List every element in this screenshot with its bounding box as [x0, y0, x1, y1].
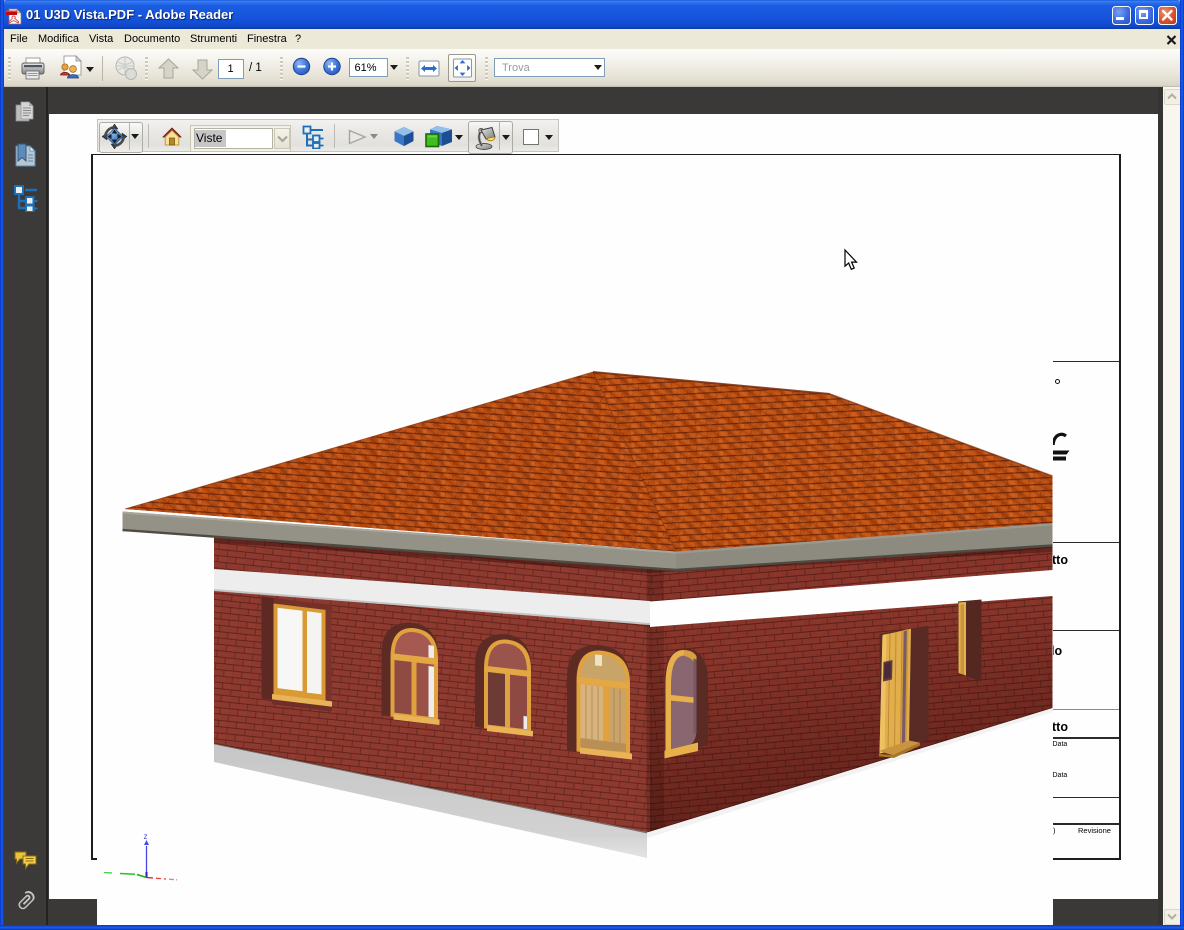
svg-text:z: z — [144, 832, 148, 841]
